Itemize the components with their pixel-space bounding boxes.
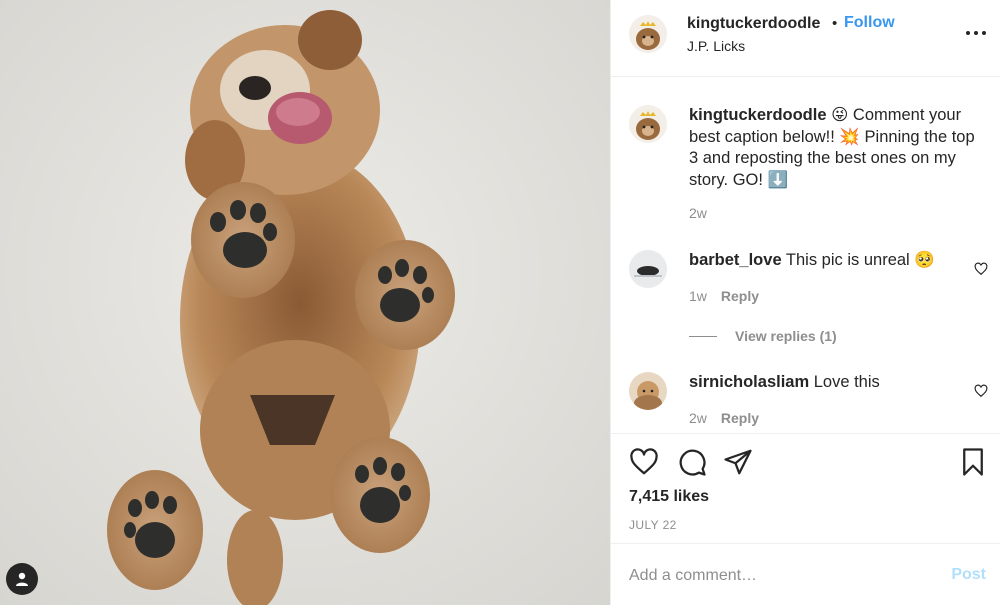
comment-meta: 1w Reply [689,288,759,304]
comment-time[interactable]: 1w [689,288,707,304]
comment-avatar[interactable] [629,250,667,288]
replies-divider-line [689,335,717,337]
post-comment-button[interactable]: Post [951,566,986,584]
like-heart-icon[interactable] [629,447,659,477]
comments-list: kingtuckerdoodle 😜 Comment your best cap… [611,77,1000,434]
post-photo[interactable] [0,0,610,605]
view-replies-button[interactable]: View replies (1) [689,328,837,344]
comment-icon[interactable] [677,447,707,477]
caption-username[interactable]: kingtuckerdoodle [689,106,827,124]
likes-count[interactable]: 7,415 likes [629,488,709,506]
comment-username[interactable]: barbet_love [689,251,782,269]
share-icon[interactable] [723,447,753,477]
comment-time[interactable]: 2w [689,410,707,426]
reply-button[interactable]: Reply [721,288,759,304]
caption-time[interactable]: 2w [689,205,707,221]
instagram-post: kingtuckerdoodle • Follow J.P. Licks kin… [0,0,1000,605]
separator-dot: • [832,15,838,32]
author-avatar[interactable] [629,15,667,53]
comment-text: barbet_love This pic is unreal 🥺 [689,250,987,272]
dog-photo-illustration [0,0,610,605]
more-options-icon[interactable] [966,28,986,38]
comment-like-heart-icon[interactable] [974,262,988,276]
post-header: kingtuckerdoodle • Follow J.P. Licks [611,0,1000,77]
follow-button[interactable]: Follow [844,14,895,32]
comment-body: This pic is unreal 🥺 [781,251,935,269]
user-tag-icon[interactable] [6,563,38,595]
comment-body: Love this [809,373,880,391]
author-username[interactable]: kingtuckerdoodle [687,15,820,33]
add-comment-input[interactable] [629,564,929,588]
comment-like-heart-icon[interactable] [974,384,988,398]
post-actions: 7,415 likes JULY 22 [611,434,1000,544]
caption-text: kingtuckerdoodle 😜 Comment your best cap… [689,105,987,191]
post-date: JULY 22 [629,518,677,532]
comment-username[interactable]: sirnicholasliam [689,373,809,391]
comment-avatar[interactable] [629,372,667,410]
caption-author-avatar[interactable] [629,105,667,143]
comment-meta: 2w Reply [689,410,759,426]
caption-meta: 2w [689,205,707,221]
post-location[interactable]: J.P. Licks [687,38,745,54]
save-bookmark-icon[interactable] [958,447,988,477]
view-replies-label: View replies (1) [735,328,837,344]
add-comment-bar: Post [611,544,1000,605]
reply-button[interactable]: Reply [721,410,759,426]
comment-text: sirnicholasliam Love this [689,372,987,394]
post-side-panel: kingtuckerdoodle • Follow J.P. Licks kin… [610,0,1000,605]
